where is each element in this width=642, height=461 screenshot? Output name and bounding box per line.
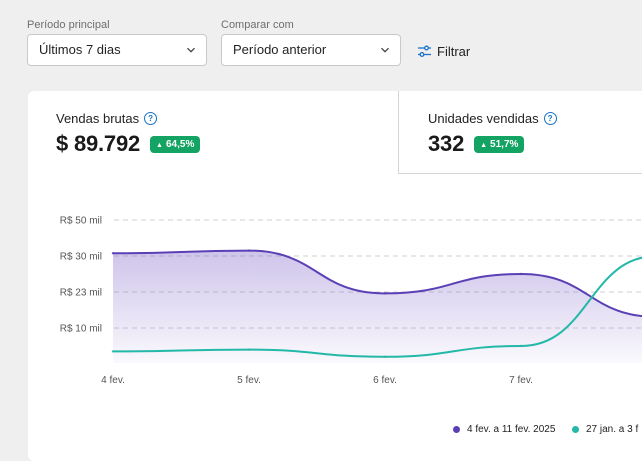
y-tick-label: R$ 50 mil: [60, 216, 102, 227]
filter-bar: Período principal Últimos 7 dias Compara…: [27, 18, 642, 70]
sales-card: Vendas brutas ? $ 89.792 ▲ 64,5% Unidades…: [28, 91, 642, 461]
series-point: [383, 355, 387, 358]
series-point: [247, 249, 251, 252]
filter-button-label: Filtrar: [437, 43, 471, 59]
y-tick-label: R$ 30 mil: [60, 252, 102, 263]
legend-label: 27 jan. a 3 f: [586, 424, 639, 435]
series-point: [247, 348, 251, 351]
sliders-icon: [418, 45, 431, 57]
compare-period-select[interactable]: Período anterior: [221, 34, 401, 66]
x-tick-label: 5 fev.: [237, 375, 261, 386]
primary-period-group: Período principal Últimos 7 dias: [27, 18, 207, 66]
x-tick-label: 4 fev.: [101, 375, 125, 386]
primary-period-select[interactable]: Últimos 7 dias: [27, 34, 207, 66]
legend-item-current[interactable]: 4 fev. a 11 fev. 2025: [453, 424, 555, 435]
series-area-current: [113, 250, 642, 363]
series-point: [519, 344, 523, 348]
legend-label: 4 fev. a 11 fev. 2025: [467, 424, 556, 435]
chevron-down-icon: [381, 47, 389, 53]
sales-line-chart: R$ 50 mil R$ 30 mil R$ 23 mil R$ 10 mil 4 fe…: [60, 216, 642, 386]
series-point: [111, 252, 115, 255]
legend-dot: [572, 426, 579, 433]
series-point: [519, 272, 523, 276]
x-tick-label: 7 fev.: [509, 375, 533, 386]
filter-button[interactable]: Filtrar: [417, 40, 470, 62]
y-tick-label: R$ 23 mil: [60, 288, 102, 299]
y-tick-label: R$ 10 mil: [60, 324, 102, 335]
x-tick-label: 6 fev.: [373, 375, 397, 386]
chevron-down-icon: [187, 47, 195, 53]
primary-period-label: Período principal: [27, 19, 110, 31]
series-point: [111, 350, 115, 353]
compare-period-value: Período anterior: [233, 42, 327, 57]
legend-item-previous[interactable]: 27 jan. a 3 f: [572, 424, 638, 435]
primary-period-value: Últimos 7 dias: [39, 42, 121, 57]
compare-period-label: Comparar com: [221, 19, 294, 31]
legend-dot: [453, 426, 460, 433]
series-point: [383, 292, 387, 295]
compare-period-group: Comparar com Período anterior: [221, 18, 401, 66]
